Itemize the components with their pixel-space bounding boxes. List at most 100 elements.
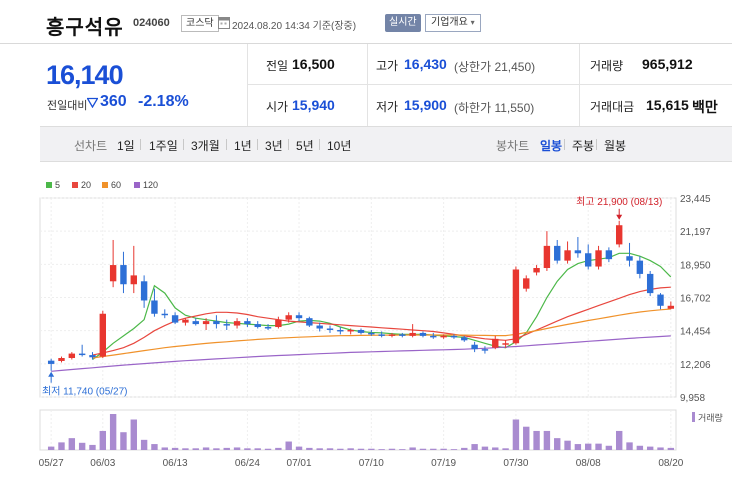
volume-bar bbox=[151, 444, 158, 450]
candle-body bbox=[326, 328, 334, 330]
volume-bar bbox=[533, 430, 540, 450]
candle-body bbox=[109, 265, 117, 282]
x-tick-label: 08/20 bbox=[658, 458, 683, 469]
volume-bar bbox=[140, 439, 148, 450]
candle-body bbox=[202, 321, 210, 325]
y-tick-label: 16,702 bbox=[680, 294, 711, 305]
volume-bar bbox=[264, 448, 272, 450]
x-tick-label: 07/01 bbox=[287, 458, 312, 469]
volume-bar bbox=[68, 438, 76, 450]
candle-body bbox=[213, 321, 220, 325]
volume-label: 거래량 bbox=[698, 412, 723, 423]
candle-body bbox=[585, 253, 592, 267]
volume-bar bbox=[419, 448, 427, 450]
x-tick-label: 06/03 bbox=[90, 458, 115, 469]
candle-body bbox=[646, 273, 654, 294]
low-arrow-head bbox=[48, 371, 55, 377]
volume-bar bbox=[605, 445, 613, 450]
candle-body bbox=[605, 250, 613, 260]
candle-body bbox=[492, 338, 499, 348]
candle-body bbox=[450, 335, 458, 338]
candle-body bbox=[78, 353, 86, 356]
low-annotation: 최저 11,740 (05/27) bbox=[42, 386, 128, 398]
volume-bar bbox=[244, 448, 251, 450]
candle-body bbox=[182, 319, 189, 323]
volume-bar bbox=[399, 449, 406, 450]
volume-bar bbox=[409, 447, 416, 450]
volume-bar bbox=[646, 446, 654, 450]
high-annotation: 최고 21,900 (08/13) bbox=[576, 196, 662, 208]
volume-bar bbox=[595, 443, 602, 450]
volume-bar bbox=[574, 444, 582, 450]
candle-body bbox=[471, 344, 478, 350]
candle-body bbox=[254, 324, 261, 328]
candle-body bbox=[295, 315, 303, 319]
high-arrow-head bbox=[616, 214, 623, 220]
volume-bar bbox=[233, 447, 241, 450]
candle-body bbox=[89, 355, 96, 358]
volume-bar bbox=[440, 448, 447, 450]
candle-body bbox=[99, 313, 107, 357]
candle-body bbox=[140, 281, 148, 301]
moving-average-5-line bbox=[92, 252, 672, 360]
volume-bar bbox=[554, 438, 561, 450]
candle-body bbox=[636, 260, 644, 274]
candle-body bbox=[264, 327, 272, 329]
volume-bar bbox=[295, 446, 303, 450]
candle-body bbox=[533, 268, 540, 273]
volume-bar bbox=[667, 447, 675, 450]
volume-bar bbox=[275, 447, 282, 450]
volume-bar bbox=[512, 419, 520, 450]
volume-bar bbox=[182, 448, 189, 450]
candle-body bbox=[223, 324, 230, 326]
candle-body bbox=[502, 343, 509, 345]
candle-body bbox=[130, 275, 137, 285]
volume-bar bbox=[502, 448, 509, 450]
volume-bar bbox=[202, 447, 210, 450]
volume-bar bbox=[523, 426, 530, 450]
candle-body bbox=[543, 245, 551, 269]
volume-bar bbox=[223, 447, 230, 450]
volume-bar bbox=[316, 448, 323, 450]
y-tick-label: 23,445 bbox=[680, 194, 711, 205]
volume-bar bbox=[657, 447, 664, 450]
candle-body bbox=[574, 250, 582, 254]
volume-bar bbox=[285, 441, 292, 450]
volume-bar bbox=[161, 447, 168, 450]
candle-body bbox=[58, 358, 65, 361]
candle-body bbox=[388, 334, 396, 336]
volume-bar bbox=[254, 448, 261, 450]
candle-body bbox=[554, 245, 561, 261]
moving-average-120-line bbox=[51, 335, 671, 372]
y-tick-label: 12,206 bbox=[680, 360, 711, 371]
volume-bar bbox=[130, 419, 137, 450]
x-tick-label: 07/30 bbox=[503, 458, 528, 469]
volume-bar bbox=[89, 444, 96, 450]
y-tick-label: 9,958 bbox=[680, 393, 705, 404]
candle-body bbox=[595, 250, 602, 267]
y-tick-label: 14,454 bbox=[680, 327, 711, 338]
volume-bar bbox=[564, 440, 571, 450]
volume-bar bbox=[471, 444, 478, 450]
x-tick-label: 08/08 bbox=[576, 458, 601, 469]
candle-body bbox=[120, 265, 127, 285]
candle-body bbox=[68, 353, 76, 359]
volume-bar bbox=[388, 448, 396, 450]
candle-body bbox=[316, 325, 323, 329]
x-tick-label: 07/10 bbox=[359, 458, 384, 469]
candle-body bbox=[244, 321, 251, 325]
volume-bar bbox=[99, 430, 107, 450]
price-chart[interactable]: 23,445 21,197 18,950 16,702 14,454 12,206 9,95… bbox=[0, 0, 732, 493]
candle-body bbox=[171, 315, 179, 323]
candle-body bbox=[192, 321, 199, 325]
candle-body bbox=[233, 321, 241, 326]
candle-body bbox=[667, 305, 675, 309]
volume-bar bbox=[450, 449, 458, 450]
y-tick-label: 21,197 bbox=[680, 227, 711, 238]
candle-body bbox=[161, 313, 168, 316]
candle-body bbox=[512, 269, 520, 344]
candle-body bbox=[368, 332, 375, 335]
volume-bar bbox=[357, 448, 365, 450]
volume-bar bbox=[78, 442, 86, 450]
candle-body bbox=[481, 349, 489, 351]
